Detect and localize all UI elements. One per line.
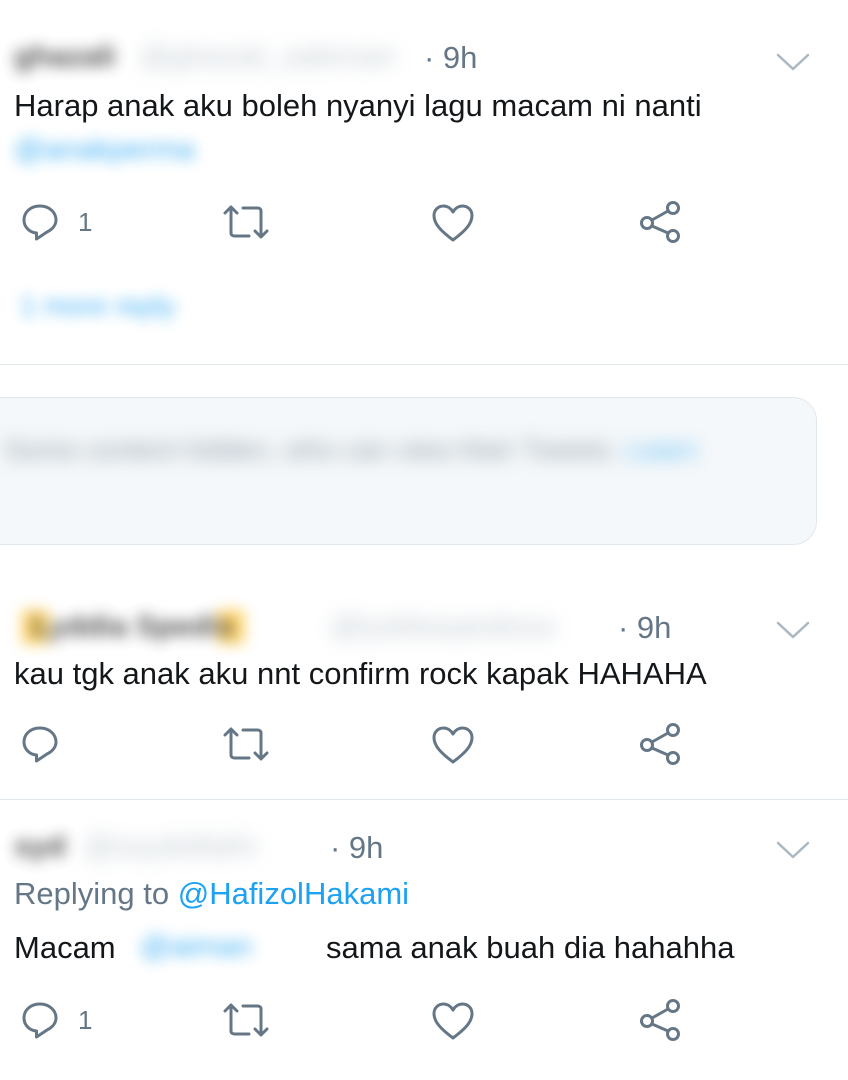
- timestamp[interactable]: · 9h: [424, 40, 477, 76]
- replying-to-line: Replying to @HafizolHakami: [14, 876, 409, 912]
- learn-more-link[interactable]: Learn: [626, 434, 698, 465]
- reply-icon[interactable]: [20, 724, 60, 764]
- tweet-text-start: Macam: [14, 930, 116, 965]
- share-icon[interactable]: [638, 998, 682, 1042]
- retweet-icon[interactable]: [221, 1001, 271, 1039]
- divider: [0, 364, 848, 365]
- retweet-icon[interactable]: [221, 725, 271, 763]
- tweet-text: Macam: [14, 930, 116, 966]
- chevron-down-icon[interactable]: [776, 840, 810, 860]
- mention-link[interactable]: @anakperma: [14, 133, 195, 167]
- display-name[interactable]: ghazali: [14, 40, 116, 74]
- timestamp[interactable]: · 9h: [618, 610, 671, 646]
- display-name[interactable]: syd: [14, 830, 66, 864]
- share-icon[interactable]: [638, 722, 682, 766]
- timestamp[interactable]: · 9h: [330, 830, 383, 866]
- handle[interactable]: @ghazali_saleman: [140, 40, 396, 74]
- handle[interactable]: @lyddiaspedisss: [330, 610, 556, 644]
- handle[interactable]: @ssydelfathi: [84, 830, 256, 864]
- share-icon[interactable]: [638, 200, 682, 244]
- like-icon[interactable]: [431, 1001, 475, 1041]
- retweet-icon[interactable]: [221, 203, 271, 241]
- chevron-down-icon[interactable]: [776, 52, 810, 72]
- tweet-text-end: sama anak buah dia hahahha: [326, 930, 735, 965]
- reply-button[interactable]: 1: [20, 1000, 92, 1040]
- replying-to-link[interactable]: @HafizolHakami: [178, 876, 409, 911]
- divider: [0, 799, 848, 800]
- notice-text: Some content hidden, who can view their …: [4, 434, 698, 465]
- reply-count: 1: [78, 206, 93, 237]
- reply-button[interactable]: 1: [20, 202, 92, 242]
- show-replies-link[interactable]: 1 more reply: [20, 290, 176, 322]
- reply-icon: [20, 202, 60, 242]
- hidden-content-notice: [0, 397, 817, 545]
- chevron-down-icon[interactable]: [776, 620, 810, 640]
- reply-icon: [20, 1000, 60, 1040]
- like-icon[interactable]: [431, 203, 475, 243]
- tweet-text: Harap anak aku boleh nyanyi lagu macam n…: [14, 88, 702, 123]
- reply-count: 1: [78, 1004, 93, 1035]
- like-icon[interactable]: [431, 725, 475, 765]
- mention-link[interactable]: @aiman: [140, 930, 252, 964]
- replying-to-label: Replying to: [14, 876, 178, 911]
- tweet-text: kau tgk anak aku nnt confirm rock kapak …: [14, 656, 707, 691]
- display-name[interactable]: Lyddia Spedis: [22, 610, 245, 644]
